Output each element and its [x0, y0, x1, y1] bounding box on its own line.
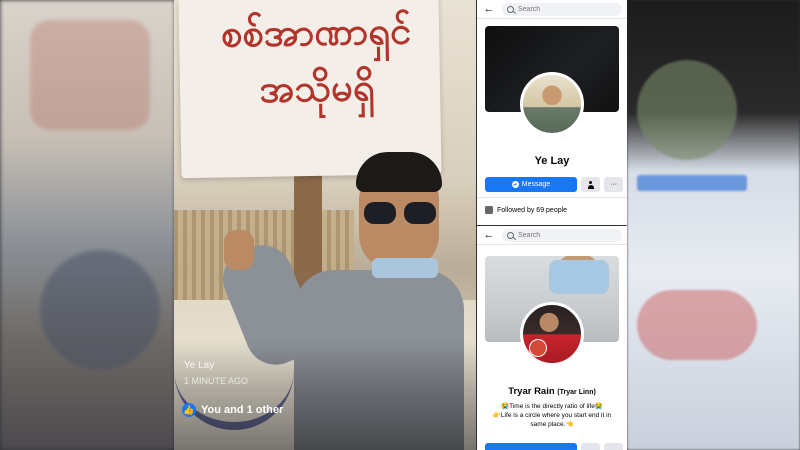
search-input[interactable]: [518, 5, 608, 13]
profile-name: Tryar Rain (Tryar Linn): [477, 386, 627, 397]
bio-line-2: 👉Life is a circle where you start end it…: [492, 412, 612, 428]
messenger-icon: [511, 181, 519, 188]
alternate-name: (Tryar Linn): [557, 389, 596, 396]
post-timestamp: 1 MINUTE AGO: [184, 376, 249, 386]
more-options-button[interactable]: ···: [604, 177, 623, 192]
poster-name[interactable]: Ye Lay: [184, 360, 214, 371]
back-arrow-icon[interactable]: ←: [482, 0, 496, 19]
divider: [477, 197, 627, 198]
search-icon: [507, 5, 514, 13]
search-input[interactable]: [518, 231, 608, 239]
profile-actions: [485, 443, 623, 450]
blurred-background-left: [0, 0, 175, 450]
profile-avatar[interactable]: [520, 72, 584, 136]
search-box[interactable]: [502, 228, 622, 242]
person-icon: [587, 180, 594, 189]
search-box[interactable]: [502, 2, 622, 16]
like-icon: 👍: [182, 403, 196, 417]
followers-icon: [485, 206, 493, 214]
search-icon: [507, 231, 514, 239]
profile-actions: Message ···: [485, 177, 623, 192]
back-arrow-icon[interactable]: ←: [482, 226, 496, 245]
reactions-summary[interactable]: 👍 You and 1 other: [182, 403, 283, 417]
message-button-label: Message: [521, 181, 551, 188]
profile-name: Ye Lay: [534, 155, 570, 167]
profile-bio: 😭Time is the directly ratio of life😭 👉Li…: [487, 402, 617, 429]
top-bar: ←: [477, 0, 627, 19]
profile-name-text: Tryar Rain: [508, 386, 555, 397]
avatar-inset-photo: [529, 339, 547, 357]
more-options-icon: ···: [610, 181, 617, 188]
friends-button[interactable]: [581, 443, 600, 450]
message-button[interactable]: [485, 443, 577, 450]
reactions-text: You and 1 other: [201, 404, 284, 416]
followed-by[interactable]: Followed by 69 people: [485, 206, 567, 214]
profile-panel-tryar-rain: ← Tryar Rain (Tryar Linn) 😭Time is the d…: [477, 226, 627, 450]
followed-by-text: Followed by 69 people: [497, 206, 568, 214]
profile-panel-ye-lay: ← Ye Lay Message ··· Followed by 69 peop: [477, 0, 627, 225]
top-bar: ←: [477, 226, 627, 245]
screenshot-collage: စစ်အာဏာရှင် အသိုမရှိ Ye Lay 1 MINUTE AGO…: [0, 0, 800, 450]
profile-avatar[interactable]: [520, 302, 584, 366]
photo-gradient-overlay: [174, 340, 476, 450]
message-button[interactable]: Message: [485, 177, 577, 192]
more-options-button[interactable]: [604, 443, 623, 450]
sign-text: စစ်အာဏာရှင် အသိုမရှိ: [220, 8, 412, 111]
blurred-background-right: [627, 0, 800, 450]
friends-button[interactable]: [581, 177, 600, 192]
bio-line-1: 😭Time is the directly ratio of life😭: [501, 403, 603, 410]
post-photo[interactable]: စစ်အာဏာရှင် အသိုမရှိ Ye Lay 1 MINUTE AGO…: [174, 0, 476, 450]
